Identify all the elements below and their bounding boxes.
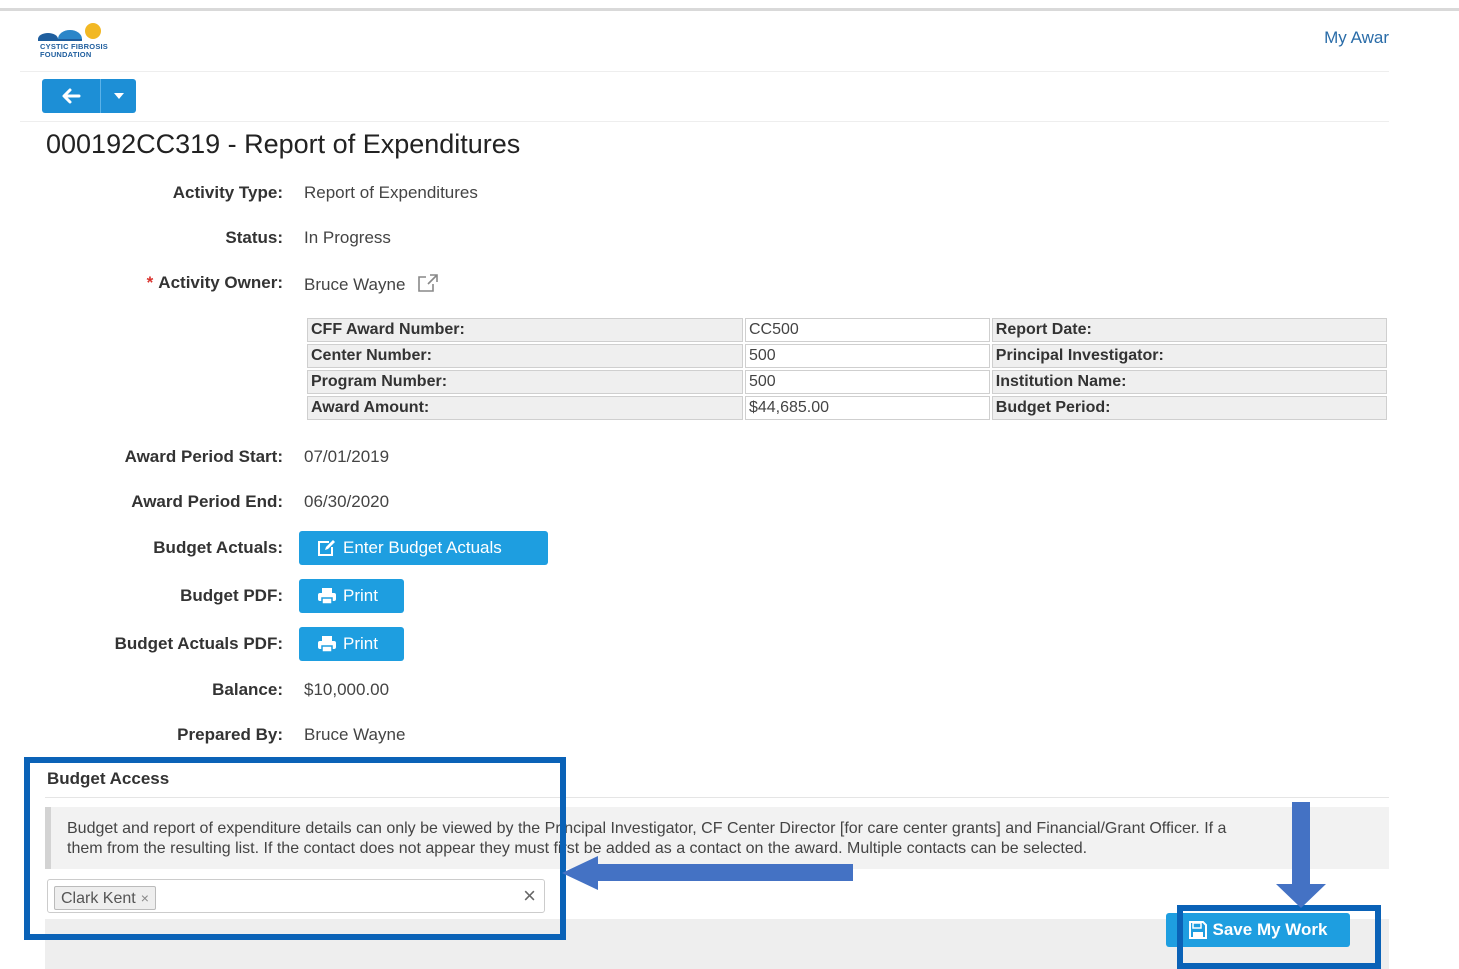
table-row: Program Number: 500 Institution Name: [307, 370, 1387, 394]
budget-actuals-row: Budget Actuals: [20, 534, 1389, 564]
enter-budget-actuals-button[interactable]: Enter Budget Actuals [299, 531, 548, 565]
activity-type-label: Activity Type: [172, 183, 283, 202]
back-dropdown-button[interactable] [100, 79, 136, 113]
award-period-start-label: Award Period Start: [124, 447, 283, 466]
table-value: CC500 [744, 318, 990, 342]
print-icon [318, 588, 336, 605]
budget-pdf-print-button[interactable]: Print [299, 579, 404, 613]
page-title: 000192CC319 - Report of Expenditures [46, 129, 521, 159]
activity-owner-row: * Activity Owner: Bruce Wayne [20, 269, 1389, 299]
activity-type-value: Report of Expenditures [304, 183, 478, 202]
caret-down-icon [113, 93, 124, 99]
table-key: Institution Name: [991, 370, 1387, 394]
logo-text: CYSTIC FIBROSIS FOUNDATION [40, 43, 108, 59]
table-row: Center Number: 500 Principal Investigato… [307, 344, 1387, 368]
status-row: Status: In Progress [20, 224, 1389, 254]
budget-pdf-label: Budget PDF: [180, 586, 283, 605]
back-button-group [42, 79, 136, 113]
balance-row: Balance: $10,000.00 [20, 676, 1389, 706]
award-period-start-row: Award Period Start: 07/01/2019 [20, 443, 1389, 473]
award-period-end-value: 06/30/2020 [304, 492, 390, 511]
annotation-box-save [1177, 905, 1381, 969]
nav-my-awards[interactable]: My Awar [1324, 28, 1389, 48]
annotation-arrow-down-icon [1276, 802, 1326, 908]
table-key: CFF Award Number: [307, 318, 743, 342]
annotation-box-budget-access [24, 757, 566, 940]
status-value: In Progress [304, 228, 391, 247]
table-key: Center Number: [307, 344, 743, 368]
app-header: CYSTIC FIBROSIS FOUNDATION My Awar [20, 11, 1389, 72]
table-row: CFF Award Number: CC500 Report Date: [307, 318, 1387, 342]
arrow-left-icon [62, 88, 81, 104]
required-marker: * [146, 273, 154, 292]
logo-text-line2: FOUNDATION [40, 50, 92, 59]
activity-owner-label: Activity Owner: [158, 273, 283, 292]
external-link-icon[interactable] [417, 273, 439, 298]
budget-actuals-pdf-row: Budget Actuals PDF: [20, 630, 1389, 660]
prepared-by-row: Prepared By: Bruce Wayne [20, 721, 1389, 751]
table-row: Award Amount: $44,685.00 Budget Period: [307, 396, 1387, 420]
budget-actuals-pdf-print-label: Print [343, 634, 378, 653]
activity-owner-value-wrap: Bruce Wayne [304, 273, 439, 298]
budget-actuals-label: Budget Actuals: [153, 538, 283, 557]
back-button[interactable] [42, 79, 100, 113]
table-value: 500 [744, 344, 990, 368]
table-key: Principal Investigator: [991, 344, 1387, 368]
prepared-by-label: Prepared By: [177, 725, 283, 744]
activity-owner-label-wrap: * Activity Owner: [147, 273, 283, 293]
table-key: Award Amount: [307, 396, 743, 420]
award-period-start-value: 07/01/2019 [304, 447, 390, 466]
prepared-by-value: Bruce Wayne [304, 725, 406, 744]
budget-pdf-row: Budget PDF: [20, 582, 1389, 612]
balance-label: Balance: [212, 680, 283, 699]
award-period-end-label: Award Period End: [131, 492, 283, 511]
edit-icon [318, 540, 335, 556]
enter-budget-actuals-label: Enter Budget Actuals [343, 538, 502, 557]
award-info-table: CFF Award Number: CC500 Report Date: Cen… [305, 316, 1389, 422]
activity-type-row: Activity Type: Report of Expenditures [20, 179, 1389, 209]
budget-pdf-print-label: Print [343, 586, 378, 605]
budget-actuals-pdf-label: Budget Actuals PDF: [114, 634, 283, 653]
table-key: Program Number: [307, 370, 743, 394]
table-value: $44,685.00 [744, 396, 990, 420]
balance-value: $10,000.00 [304, 680, 390, 699]
budget-actuals-pdf-print-button[interactable]: Print [299, 627, 404, 661]
table-key: Report Date: [991, 318, 1387, 342]
status-label: Status: [225, 228, 283, 247]
award-period-end-row: Award Period End: 06/30/2020 [20, 488, 1389, 518]
print-icon [318, 636, 336, 653]
annotation-arrow-left-icon [562, 856, 853, 890]
activity-owner-value: Bruce Wayne [304, 275, 406, 294]
logo-icon [38, 23, 101, 41]
cff-logo[interactable]: CYSTIC FIBROSIS FOUNDATION [32, 19, 132, 65]
toolbar [20, 71, 1389, 122]
table-key: Budget Period: [991, 396, 1387, 420]
table-value: 500 [744, 370, 990, 394]
